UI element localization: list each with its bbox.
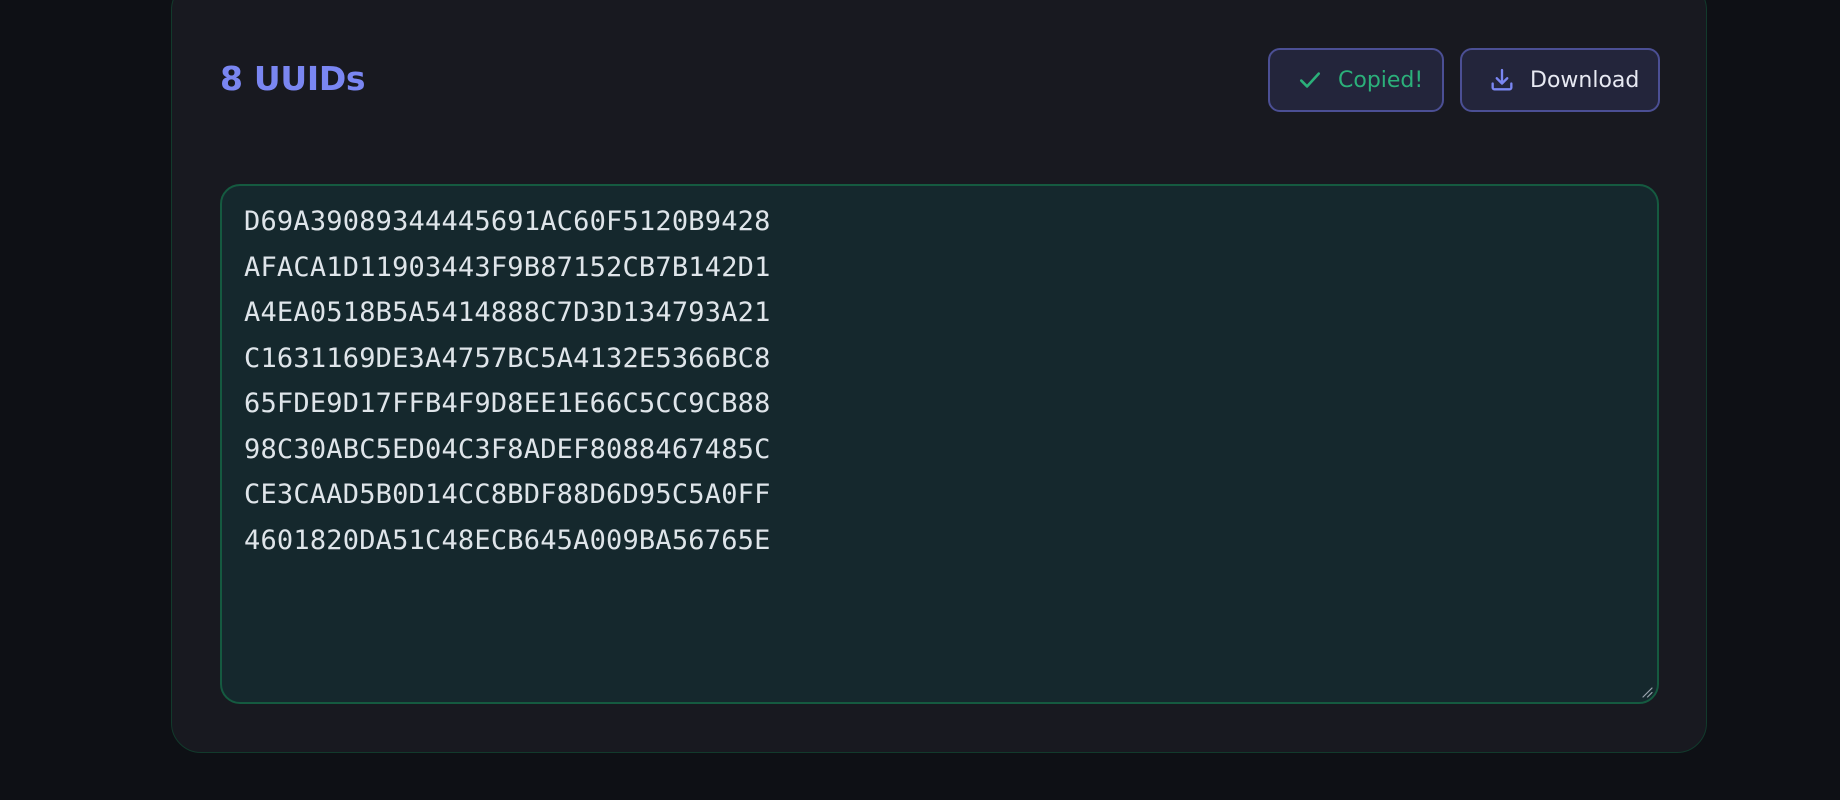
download-button-label: Download <box>1530 67 1640 93</box>
uuid-line: D69A39089344445691AC60F5120B9428 <box>244 206 771 237</box>
uuid-line: CE3CAAD5B0D14CC8BDF88D6D95C5A0FF <box>244 479 771 510</box>
download-icon <box>1488 66 1516 94</box>
uuid-output-textarea[interactable]: D69A39089344445691AC60F5120B9428 AFACA1D… <box>220 184 1659 704</box>
uuid-line: 65FDE9D17FFB4F9D8EE1E66C5CC9CB88 <box>244 388 771 419</box>
uuid-line: A4EA0518B5A5414888C7D3D134793A21 <box>244 297 771 328</box>
uuid-line: AFACA1D11903443F9B87152CB7B142D1 <box>244 251 771 283</box>
resize-handle-icon[interactable] <box>1641 686 1653 698</box>
uuid-line: C1631169DE3A4757BC5A4132E5366BC8 <box>244 342 771 374</box>
page-title: 8 UUIDs <box>220 59 366 98</box>
copy-button-label: Copied! <box>1338 67 1424 93</box>
copy-button[interactable]: Copied! <box>1268 48 1444 112</box>
check-icon <box>1296 66 1324 94</box>
uuid-line: 98C30ABC5ED04C3F8ADEF8088467485C <box>244 433 771 465</box>
download-button[interactable]: Download <box>1460 48 1660 112</box>
uuid-line: 4601820DA51C48ECB645A009BA56765E <box>244 524 771 556</box>
